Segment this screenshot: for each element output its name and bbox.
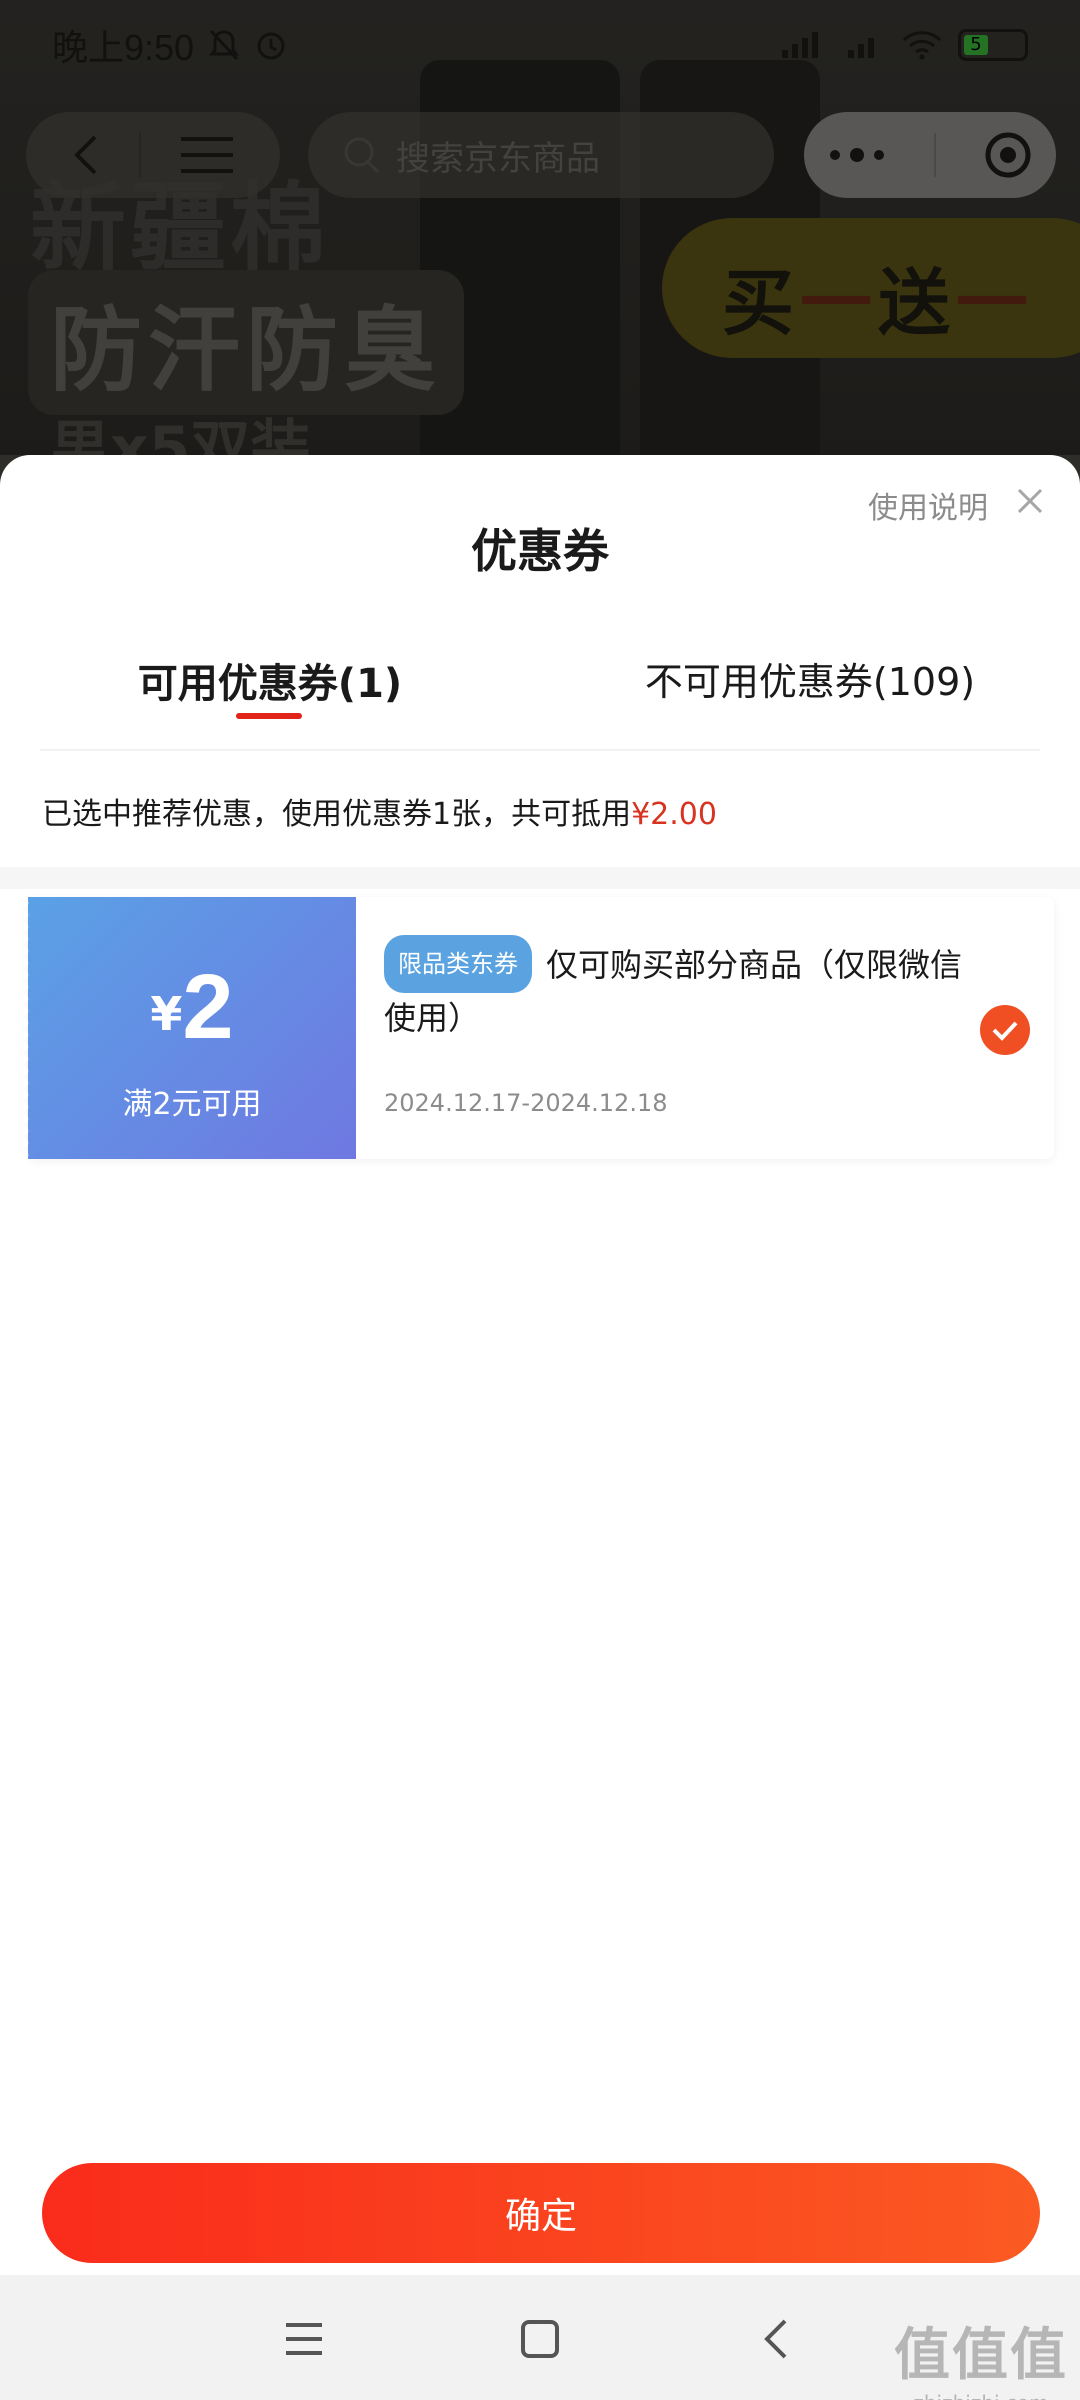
close-program-icon[interactable] bbox=[983, 130, 1033, 180]
tab-available[interactable]: 可用优惠券(1) bbox=[0, 651, 540, 741]
banner-line-2: 防汗防臭 bbox=[28, 270, 465, 415]
back-arrow-icon[interactable] bbox=[71, 133, 101, 177]
coupon-type-tag: 限品类东券 bbox=[384, 935, 532, 993]
divider bbox=[139, 133, 141, 177]
coupon-value-panel: ¥2 满2元可用 bbox=[24, 897, 356, 1159]
more-icon[interactable] bbox=[827, 145, 887, 165]
section-separator bbox=[0, 867, 1080, 889]
signal-icon bbox=[782, 32, 818, 58]
active-tab-indicator bbox=[236, 713, 302, 719]
tab-label: 不可用优惠券(109) bbox=[644, 660, 976, 704]
mini-program-capsule bbox=[804, 112, 1056, 198]
confirm-button[interactable]: 确定 bbox=[42, 2163, 1040, 2263]
home-button[interactable] bbox=[512, 2311, 568, 2367]
divider bbox=[40, 749, 1040, 751]
coupon-card[interactable]: ¥2 满2元可用 限品类东券 仅可购买部分商品（仅限微信使用） 2024.12.1… bbox=[24, 897, 1054, 1159]
menu-icon bbox=[286, 2323, 322, 2355]
mute-bell-icon bbox=[209, 29, 240, 61]
status-bar: 晚上9:50 5 bbox=[0, 0, 1080, 90]
back-arrow-icon bbox=[764, 2319, 787, 2359]
coupon-description-row: 限品类东券 仅可购买部分商品（仅限微信使用） bbox=[384, 935, 974, 1043]
divider bbox=[933, 133, 936, 177]
coupon-info: 限品类东券 仅可购买部分商品（仅限微信使用） bbox=[384, 935, 974, 1043]
tab-unavailable[interactable]: 不可用优惠券(109) bbox=[540, 651, 1080, 741]
discount-summary: 已选中推荐优惠，使用优惠券1张，共可抵用¥2.00 bbox=[42, 789, 717, 833]
search-icon bbox=[344, 137, 380, 174]
signal-icon bbox=[848, 38, 874, 58]
coupon-amount-value: 2 bbox=[182, 956, 234, 1058]
home-square-icon bbox=[521, 2320, 559, 2358]
currency-symbol: ¥ bbox=[150, 987, 183, 1041]
search-placeholder: 搜索京东商品 bbox=[396, 138, 600, 179]
back-button[interactable] bbox=[748, 2311, 804, 2367]
promo-badge: 买一送一 bbox=[662, 218, 1080, 358]
alarm-icon bbox=[257, 32, 285, 60]
coupon-condition: 满2元可用 bbox=[122, 1087, 262, 1122]
mini-program-nav: 搜索京东商品 bbox=[26, 112, 1056, 198]
status-time: 晚上9:50 bbox=[52, 27, 195, 68]
recents-button[interactable] bbox=[276, 2311, 332, 2367]
menu-icon[interactable] bbox=[179, 135, 235, 175]
summary-amount: ¥2.00 bbox=[631, 797, 717, 832]
close-icon bbox=[1017, 488, 1043, 514]
watermark-site: zhizhizhi.com bbox=[894, 2391, 1068, 2400]
watermark: 值值值 zhizhizhi.com bbox=[894, 2310, 1068, 2400]
battery-icon: 5 bbox=[958, 29, 1028, 61]
search-box[interactable]: 搜索京东商品 bbox=[308, 112, 774, 198]
usage-help-link[interactable]: 使用说明 bbox=[868, 483, 988, 527]
coupon-amount: ¥2 bbox=[28, 955, 356, 1060]
selected-checkbox[interactable] bbox=[980, 1005, 1030, 1055]
watermark-logo: 值值值 bbox=[894, 2323, 1068, 2388]
close-button[interactable] bbox=[1010, 481, 1050, 521]
coupon-sheet: 优惠券 使用说明 可用优惠券(1) 不可用优惠券(109) 已选中推荐优惠，使用… bbox=[0, 455, 1080, 2275]
coupon-tabs: 可用优惠券(1) 不可用优惠券(109) bbox=[0, 651, 1080, 741]
summary-text: 已选中推荐优惠，使用优惠券1张，共可抵用 bbox=[42, 797, 632, 832]
tab-label: 可用优惠券(1) bbox=[137, 661, 403, 707]
nav-left-capsule bbox=[26, 112, 280, 198]
coupon-validity: 2024.12.17-2024.12.18 bbox=[384, 1089, 668, 1117]
wifi-icon bbox=[902, 31, 942, 60]
check-icon bbox=[992, 1021, 1018, 1041]
